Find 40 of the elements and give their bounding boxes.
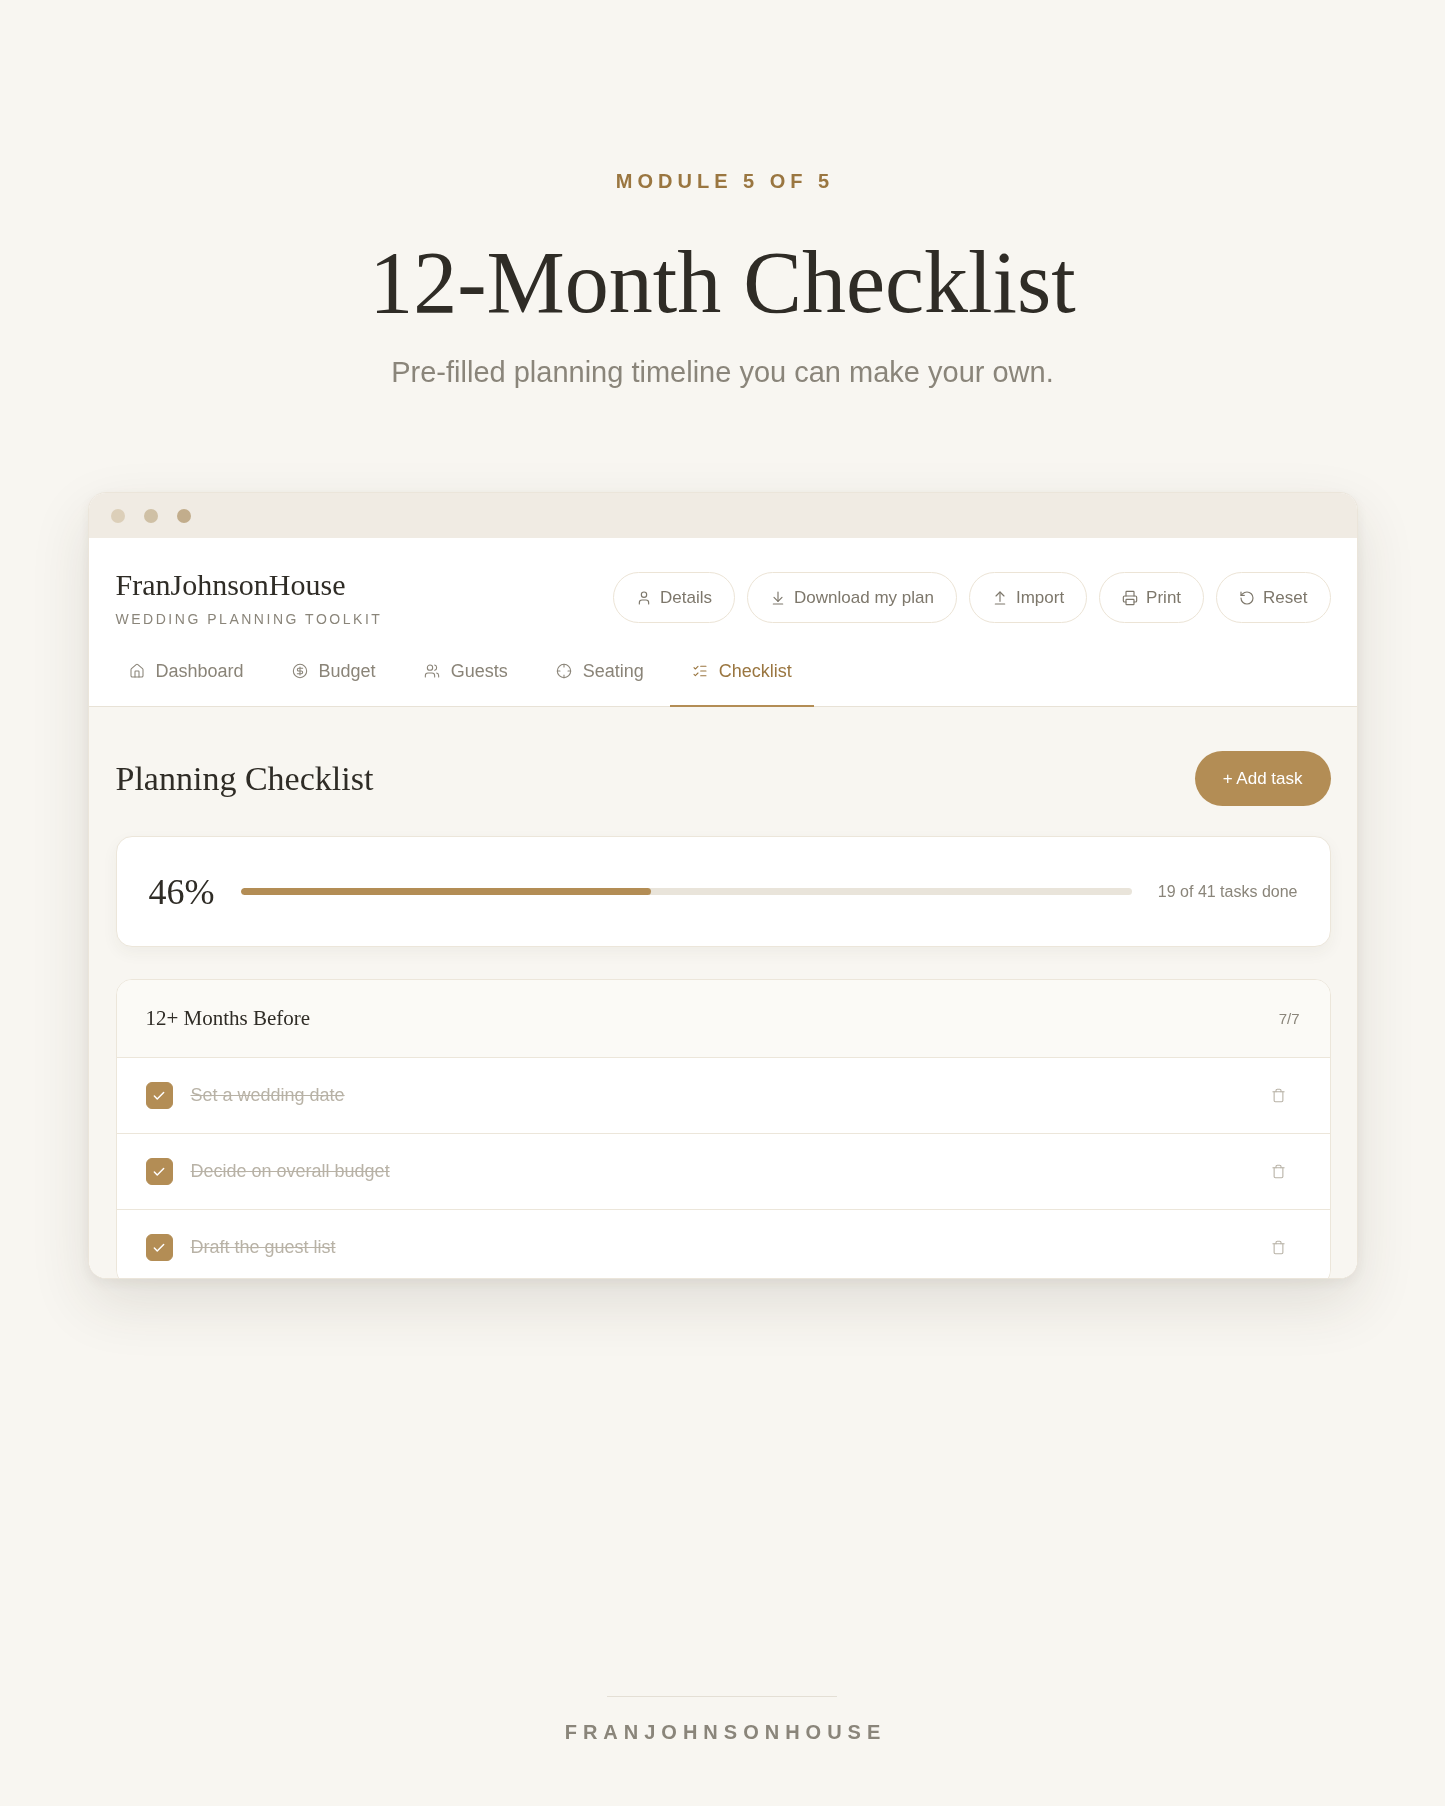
list-checks-icon: [691, 663, 708, 679]
page-subtitle: Pre-filled planning timeline you can make your own.: [391, 355, 1054, 390]
printer-icon: [1122, 589, 1139, 606]
progress-summary: 19 of 41 tasks done: [1157, 882, 1298, 901]
nav-tab[interactable]: Budget: [269, 642, 398, 707]
people-icon: [423, 663, 440, 679]
page-title: 12-Month Checklist: [369, 234, 1076, 331]
task-checkbox[interactable]: [145, 1158, 173, 1185]
task-checkbox[interactable]: [145, 1082, 173, 1109]
crosshair-icon: [555, 663, 572, 679]
panel-title: Planning Checklist: [115, 758, 374, 799]
dollar-coin-icon: [291, 663, 308, 679]
header-button[interactable]: Print: [1099, 572, 1205, 623]
progress-percent: 46%: [148, 870, 215, 913]
header-button[interactable]: Reset: [1216, 572, 1331, 623]
task-text: Decide on overall budget: [190, 1161, 391, 1182]
house-icon: [128, 663, 145, 679]
trash-icon[interactable]: [1270, 1088, 1286, 1103]
window-dot-icon: [110, 508, 125, 523]
module-label: MODULE 5 OF 5: [614, 170, 835, 192]
task-checkbox[interactable]: [145, 1234, 173, 1261]
window-dot-icon: [176, 508, 191, 523]
brand-tagline: WEDDING PLANNING TOOLKIT: [115, 611, 383, 628]
window-dot-icon: [143, 508, 158, 523]
nav-tab[interactable]: Seating: [533, 642, 666, 707]
header-button[interactable]: Import: [968, 572, 1088, 623]
header-button[interactable]: Download my plan: [747, 572, 957, 623]
nav-tab[interactable]: Guests: [401, 642, 530, 707]
section-count: 7/7: [1278, 1010, 1300, 1027]
header-button[interactable]: Details: [613, 572, 736, 623]
trash-icon[interactable]: [1270, 1240, 1286, 1255]
brand-name: FranJohnsonHouse: [115, 567, 347, 602]
task-text: Draft the guest list: [190, 1237, 337, 1258]
add-task-button[interactable]: + Add task: [1194, 751, 1331, 806]
footer-brand: FRANJOHNSONHOUSE: [563, 1720, 887, 1744]
nav-tab[interactable]: Dashboard: [106, 642, 266, 707]
rotate-arrow-icon: [1239, 589, 1256, 606]
section-title: 12+ Months Before: [145, 1006, 311, 1031]
trash-icon[interactable]: [1270, 1164, 1286, 1179]
task-text: Set a wedding date: [190, 1085, 346, 1106]
